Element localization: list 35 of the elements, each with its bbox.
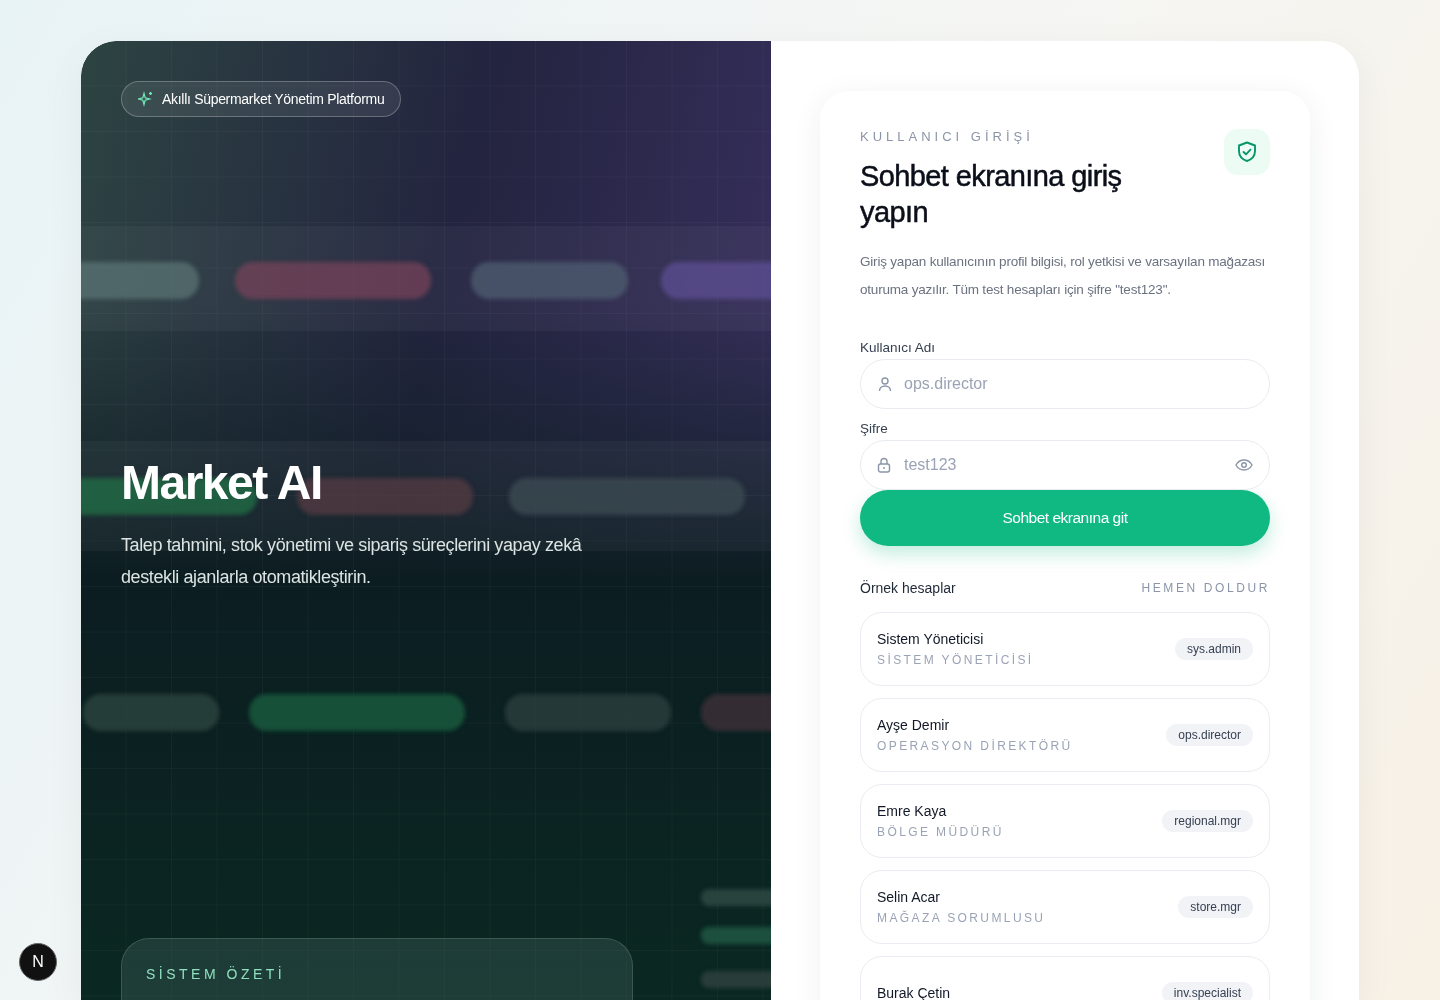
username-tag: ops.director xyxy=(1166,724,1253,746)
username-tag: store.mgr xyxy=(1178,896,1253,918)
account-role: SİSTEM YÖNETİCİSİ xyxy=(877,653,1034,667)
hero-title: Market AI xyxy=(121,457,322,509)
account-card[interactable]: Selin Acar MAĞAZA SORUMLUSU store.mgr xyxy=(860,870,1270,944)
account-card[interactable]: Sistem Yöneticisi SİSTEM YÖNETİCİSİ sys.admin xyxy=(860,612,1270,686)
account-name: Emre Kaya xyxy=(877,803,948,819)
section-eyebrow: KULLANICI GİRİŞİ xyxy=(860,129,1035,144)
account-role: BÖLGE MÜDÜRÜ xyxy=(877,825,1004,839)
account-role: OPERASYON DİREKTÖRÜ xyxy=(877,739,1073,753)
input-field[interactable]: ops.director xyxy=(860,359,1270,409)
field-label: Kullanıcı Adı xyxy=(860,340,937,355)
login-description: Giriş yapan kullanıcının profil bilgisi, rol yetkisi ve varsayılan mağazası oturuma yazılır. Tüm test hesapları için şifre "test123". xyxy=(860,253,1267,299)
login-title: Sohbet ekranına giriş yapın xyxy=(860,159,1123,230)
summary-title: SİSTEM ÖZETİ xyxy=(146,966,286,982)
eye-icon[interactable] xyxy=(1235,459,1253,471)
hero-subtitle: Talep tahmini, stok yönetimi ve sipariş süreçlerini yapay zekâ destekli ajanlarla otomatikleştirin. xyxy=(121,534,583,589)
account-name: Ayşe Demir xyxy=(877,717,951,733)
account-name: Burak Çetin xyxy=(877,985,951,1000)
account-card[interactable]: Emre Kaya BÖLGE MÜDÜRÜ regional.mgr xyxy=(860,784,1270,858)
platform-badge: Akıllı Süpermarket Yönetim Platformu xyxy=(121,81,402,117)
username-tag: inv.specialist xyxy=(1161,982,1253,1000)
input-field[interactable]: test123 xyxy=(860,440,1270,490)
account-card[interactable]: Burak Çetin inv.specialist xyxy=(860,956,1270,1000)
account-name: Selin Acar xyxy=(877,889,942,905)
account-card[interactable]: Ayşe Demir OPERASYON DİREKTÖRÜ ops.director xyxy=(860,698,1270,772)
field-label: Şifre xyxy=(860,421,889,436)
sparkle-icon xyxy=(138,91,154,107)
username-tag: regional.mgr xyxy=(1162,810,1253,832)
dev-tools-button[interactable]: N xyxy=(19,943,57,981)
shield-check-icon xyxy=(1237,141,1257,163)
account-role: MAĞAZA SORUMLUSU xyxy=(877,911,1046,925)
username-tag: sys.admin xyxy=(1174,638,1253,660)
account-name: Sistem Yöneticisi xyxy=(877,631,985,647)
samples-title: Örnek hesaplar xyxy=(860,580,956,596)
